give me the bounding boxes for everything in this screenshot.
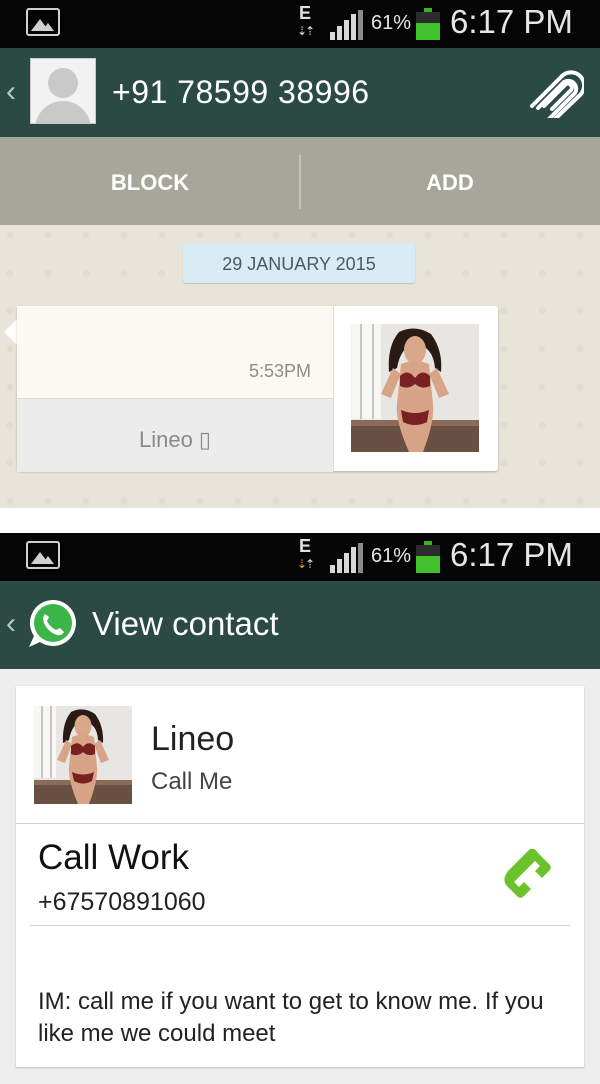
bubble-tail [4,318,18,346]
add-contact-button[interactable]: ADD [300,137,600,225]
contact-number-title[interactable]: +91 78599 38996 [112,74,370,111]
message-meta: 5:53PM [17,306,333,398]
unknown-contact-actions: BLOCK ADD [0,137,600,225]
network-type: E [298,536,311,556]
battery-percent: 61% [371,12,412,34]
shared-contact-photo[interactable] [351,324,479,452]
signal-strength-icon [330,543,366,573]
data-activity-icon: ⇣⇡ [296,24,315,38]
data-activity-icon: ⇣⇡ [296,557,315,571]
gallery-notification-icon [26,8,60,36]
battery-icon [416,541,440,573]
phone-call-icon[interactable] [500,849,552,901]
status-bar: E ⇣⇡ 61% 6:17 PM [0,0,600,48]
divider [16,823,584,824]
phone-type-label[interactable]: Call Work [38,838,189,878]
paperclip-icon[interactable] [524,68,584,118]
network-type: E [298,3,311,23]
view-contact-screen: E ⇣⇡ 61% 6:17 PM ‹ View contact Lineo Ca… [0,533,600,1084]
contact-card-message[interactable]: 5:53PM Lineo ▯ [17,306,498,472]
view-contact-header: ‹ View contact [0,581,600,669]
contact-status: Call Me [151,768,233,795]
im-note: IM: call me if you want to get to know m… [38,988,544,1047]
default-avatar-icon[interactable] [30,58,96,124]
divider [30,925,570,926]
date-divider: 29 JANUARY 2015 [183,243,415,283]
battery-percent: 61% [371,545,412,567]
contact-name: Lineo [151,720,235,758]
status-bar: E ⇣⇡ 61% 6:17 PM [0,533,600,581]
shared-contact-name: Lineo ▯ [138,427,212,452]
whatsapp-icon[interactable] [26,597,80,651]
contact-photo[interactable] [34,706,132,804]
conversation-header: ‹ +91 78599 38996 [0,48,600,137]
back-chevron-icon[interactable]: ‹ [6,75,16,109]
back-chevron-icon[interactable]: ‹ [6,607,16,641]
contact-card-info: 5:53PM Lineo ▯ [17,306,333,472]
clock: 6:17 PM [450,3,573,40]
phone-number[interactable]: +67570891060 [38,888,206,917]
contact-card: Lineo Call Me Call Work +67570891060 IM:… [16,686,584,1067]
battery-icon [416,8,440,40]
bubble-divider [333,306,334,471]
gallery-notification-icon [26,541,60,569]
shared-contact-name-bar[interactable]: Lineo ▯ [17,398,333,472]
clock: 6:17 PM [450,536,573,573]
block-button[interactable]: BLOCK [0,137,300,225]
signal-strength-icon [330,10,366,40]
message-time: 5:53PM [248,361,311,381]
conversation-screen: E ⇣⇡ 61% 6:17 PM ‹ +91 78599 38996 BLOCK… [0,0,600,508]
view-contact-title: View contact [92,605,279,642]
